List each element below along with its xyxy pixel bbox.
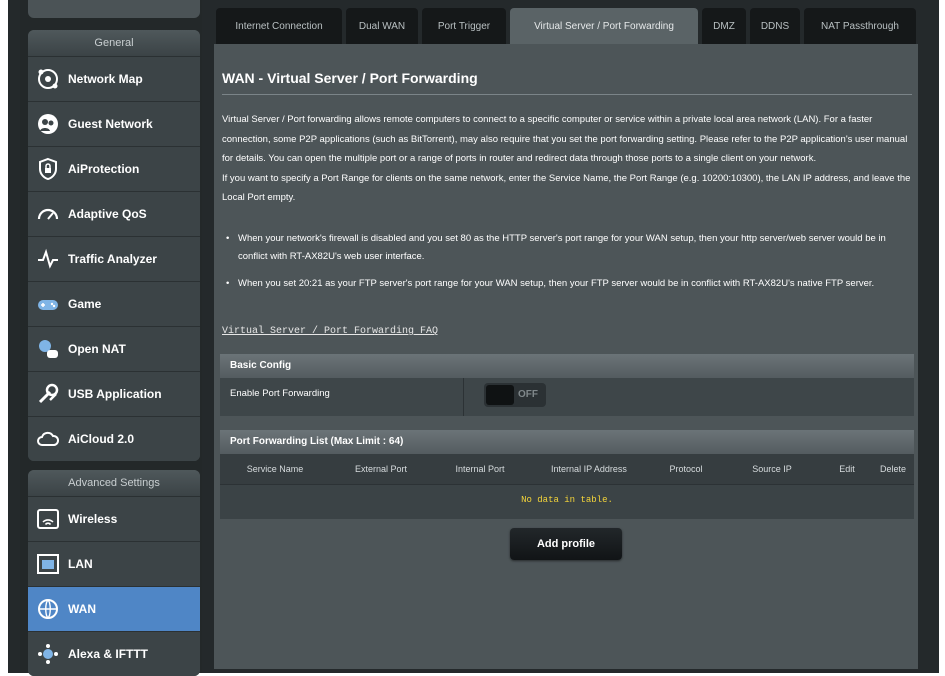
col-protocol: Protocol [669, 464, 703, 474]
col-external-port: External Port [354, 464, 408, 474]
faq-link[interactable]: Virtual Server / Port Forwarding FAQ [222, 326, 438, 337]
warning-ftp-conflict: When you set 20:21 as your FTP server's … [222, 275, 912, 293]
tab-ddns[interactable]: DDNS [750, 8, 800, 44]
cloud-icon [36, 427, 60, 451]
alexa-icon [36, 642, 60, 666]
sidebar-item-guest-network[interactable]: Guest Network [28, 102, 200, 147]
col-internal-ip-address: Internal IP Address [551, 464, 627, 474]
sidebar-item-label: Open NAT [68, 342, 126, 356]
sidebar-item-open-nat[interactable]: Open NAT [28, 327, 200, 372]
sidebar-item-label: Wireless [68, 512, 118, 526]
tab-dmz[interactable]: DMZ [702, 8, 746, 44]
sidebar-item-label: Alexa & IFTTT [68, 647, 149, 661]
guest-network-icon [36, 112, 60, 136]
tab-nat-passthrough[interactable]: NAT Passthrough [804, 8, 916, 44]
sidebar-item-label: Traffic Analyzer [68, 252, 157, 266]
usb-tools-icon [36, 382, 60, 406]
sidebar-item-label: AiProtection [68, 162, 140, 176]
shield-lock-icon [36, 157, 60, 181]
sidebar-item-label: Network Map [68, 72, 143, 86]
enable-port-forwarding-label: Enable Port Forwarding [230, 388, 330, 399]
main-panel: WAN - Virtual Server / Port Forwarding V… [214, 44, 918, 669]
col-source-ip: Source IP [752, 464, 792, 474]
sidebar-item-lan[interactable]: LAN [28, 542, 200, 587]
col-internal-port: Internal Port [455, 464, 505, 474]
sidebar-item-game[interactable]: Game [28, 282, 200, 327]
sidebar-item-label: AiCloud 2.0 [68, 432, 135, 446]
sidebar-item-aicloud[interactable]: AiCloud 2.0 [28, 417, 200, 461]
table-header-row: Service Name External Port Internal Port… [220, 454, 914, 484]
tab-internet-connection[interactable]: Internet Connection [216, 8, 342, 44]
basic-config-header: Basic Config [220, 354, 914, 378]
sidebar-item-network-map[interactable]: Network Map [28, 57, 200, 102]
page-title: WAN - Virtual Server / Port Forwarding [222, 70, 478, 86]
empty-table-message: No data in table. [521, 495, 613, 505]
row-divider [463, 378, 464, 416]
description-port-range: If you want to specify a Port Range for … [222, 172, 911, 204]
sidebar-advanced-group: Advanced Settings Wireless LAN WAN Alexa… [28, 470, 200, 676]
sidebar-general-group: General Network Map Guest Network AiProt… [28, 30, 200, 461]
tab-virtual-server-port-forwarding[interactable]: Virtual Server / Port Forwarding [510, 8, 698, 44]
open-nat-icon [36, 337, 60, 361]
sidebar-item-traffic-analyzer[interactable]: Traffic Analyzer [28, 237, 200, 282]
warning-http-conflict: When your network's firewall is disabled… [222, 230, 912, 266]
pulse-icon [36, 247, 60, 271]
description: Virtual Server / Port forwarding allows … [222, 110, 912, 208]
enable-port-forwarding-row: Enable Port Forwarding OFF [220, 378, 914, 416]
col-service-name: Service Name [246, 464, 304, 474]
add-profile-button[interactable]: Add profile [510, 528, 622, 560]
col-delete: Delete [879, 464, 906, 474]
sidebar-item-label: Game [68, 297, 102, 311]
sidebar-item-adaptive-qos[interactable]: Adaptive QoS [28, 192, 200, 237]
sidebar-advanced-header: Advanced Settings [28, 470, 200, 497]
sidebar-item-label: Adaptive QoS [68, 207, 147, 221]
sidebar-item-alexa-ifttt[interactable]: Alexa & IFTTT [28, 632, 200, 676]
tab-bar: Internet Connection Dual WAN Port Trigge… [214, 8, 918, 44]
sidebar-item-label: Guest Network [68, 117, 153, 131]
sidebar-item-label: WAN [68, 602, 96, 616]
sidebar-item-aiprotection[interactable]: AiProtection [28, 147, 200, 192]
sidebar-item-label: LAN [68, 557, 93, 571]
tab-port-trigger[interactable]: Port Trigger [422, 8, 506, 44]
col-edit: Edit [839, 464, 855, 474]
globe-icon [36, 597, 60, 621]
table-body: No data in table. [220, 484, 914, 519]
sidebar-item-usb-application[interactable]: USB Application [28, 372, 200, 417]
sidebar-general-header: General [28, 30, 200, 57]
port-forwarding-toggle[interactable]: OFF [484, 383, 546, 407]
sidebar-item-wireless[interactable]: Wireless [28, 497, 200, 542]
gamepad-icon [36, 292, 60, 316]
sidebar-item-wan[interactable]: WAN [28, 587, 200, 632]
description-paragraph: Virtual Server / Port forwarding allows … [222, 114, 908, 164]
network-map-icon [36, 67, 60, 91]
sidebar-item-label: USB Application [68, 387, 162, 401]
tab-dual-wan[interactable]: Dual WAN [346, 8, 418, 44]
toggle-state-label: OFF [518, 389, 538, 400]
toggle-knob [486, 385, 514, 405]
sidebar-top-stub [28, 0, 200, 18]
title-divider [222, 94, 912, 95]
wifi-icon [36, 507, 60, 531]
lan-icon [36, 552, 60, 576]
warning-list: When your network's firewall is disabled… [222, 230, 912, 302]
port-forwarding-list-header: Port Forwarding List (Max Limit : 64) [220, 430, 914, 454]
speedometer-icon [36, 202, 60, 226]
